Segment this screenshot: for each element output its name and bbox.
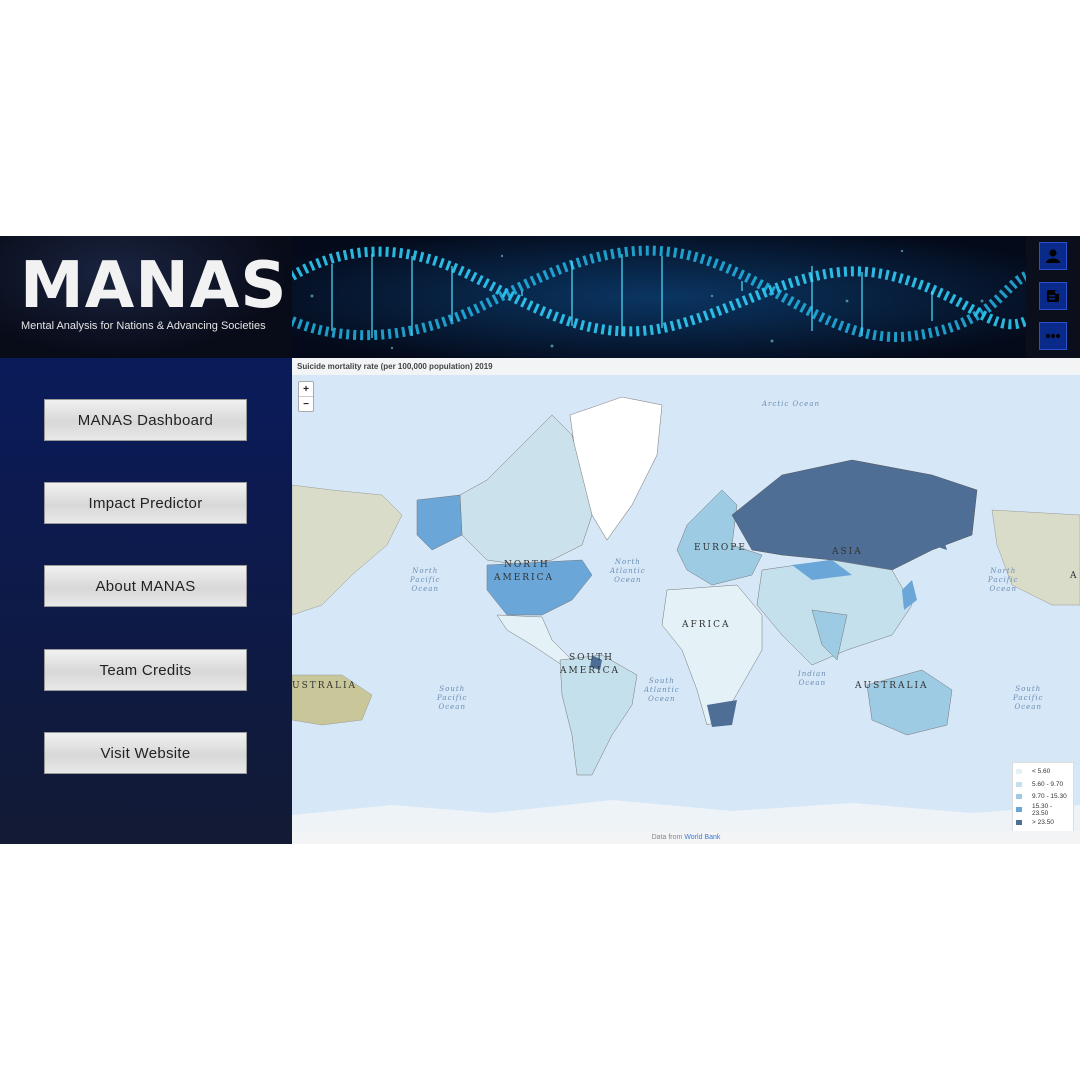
continent-label: EUROPE [694, 543, 747, 553]
ocean-label: South Pacific Ocean [1013, 685, 1044, 711]
continent-label: NORTH [504, 560, 550, 570]
zoom-control: + − [298, 381, 314, 412]
legend-item: > 23.50 [1016, 816, 1070, 829]
sidebar-item-team-credits[interactable]: Team Credits [44, 649, 247, 691]
world-map-shapes [292, 396, 1080, 831]
legend-label: 5.60 - 9.70 [1032, 780, 1064, 788]
legend-label: > 23.50 [1032, 819, 1054, 827]
more-icon[interactable] [1039, 322, 1067, 350]
header: MANAS Mental Analysis for Nations & Adva… [0, 236, 1080, 358]
continent-label: AFRICA [682, 620, 731, 630]
credit-text: Data from [651, 834, 685, 841]
legend-swatch [1016, 768, 1022, 774]
legend-swatch [1016, 820, 1022, 826]
legend-swatch [1016, 794, 1022, 800]
continent-label: SOUTH [569, 653, 614, 663]
logo-area: MANAS Mental Analysis for Nations & Adva… [0, 236, 292, 358]
ocean-label: Indian Ocean [798, 670, 827, 687]
map-title: Suicide mortality rate (per 100,000 popu… [297, 362, 493, 371]
legend-item: 9.70 - 15.30 [1016, 791, 1070, 804]
ocean-label: South Pacific Ocean [437, 685, 468, 711]
map-legend: < 5.60 5.60 - 9.70 9.70 - 15.30 15.30 - 23.… [1012, 762, 1074, 831]
dna-banner-image [292, 236, 1026, 358]
app-title: MANAS [20, 249, 288, 323]
legend-item: 5.60 - 9.70 [1016, 778, 1070, 791]
header-icon-bar [1026, 236, 1080, 358]
app-frame: MANAS Mental Analysis for Nations & Adva… [0, 236, 1080, 844]
sidebar: MANAS Dashboard Impact Predictor About M… [0, 358, 292, 844]
ocean-label: North Atlantic Ocean [610, 558, 646, 584]
legend-label: < 5.60 [1032, 767, 1051, 775]
ocean-label: North Pacific Ocean [410, 567, 441, 593]
sidebar-item-about[interactable]: About MANAS [44, 565, 247, 607]
continent-label: A [1070, 571, 1079, 581]
ocean-label: North Pacific Ocean [988, 567, 1019, 593]
zoom-in-button[interactable]: + [299, 382, 313, 396]
sidebar-item-visit-website[interactable]: Visit Website [44, 732, 247, 774]
legend-label: 15.30 - 23.50 [1031, 802, 1053, 817]
legend-item: < 5.60 [1016, 765, 1070, 778]
ocean-label: South Atlantic Ocean [644, 677, 680, 703]
legend-swatch [1016, 807, 1022, 813]
sidebar-item-impact-predictor[interactable]: Impact Predictor [44, 482, 247, 524]
app-subtitle: Mental Analysis for Nations & Advancing … [21, 320, 266, 332]
continent-label: ASIA [832, 547, 863, 557]
user-icon[interactable] [1039, 242, 1067, 270]
continent-label: AMERICA [560, 666, 621, 676]
legend-label: 9.70 - 15.30 [1032, 793, 1067, 801]
ocean-label: Arctic Ocean [762, 400, 821, 408]
zoom-out-button[interactable]: − [299, 396, 313, 411]
continent-label: AMERICA [494, 573, 555, 583]
continent-label: USTRALIA [292, 681, 358, 691]
notes-icon[interactable] [1039, 282, 1067, 310]
map-credit: Data from World Bank [292, 831, 1080, 844]
sidebar-item-dashboard[interactable]: MANAS Dashboard [44, 399, 247, 441]
world-bank-link[interactable]: World Bank [684, 834, 720, 841]
legend-item: 15.30 - 23.50 [1016, 802, 1070, 817]
map-panel: Suicide mortality rate (per 100,000 popu… [292, 358, 1080, 844]
continent-label: AUSTRALIA [855, 681, 929, 691]
legend-swatch [1016, 781, 1022, 787]
choropleth-map[interactable]: + − Arctic Ocean North Pacific Ocean Nor… [292, 375, 1080, 831]
